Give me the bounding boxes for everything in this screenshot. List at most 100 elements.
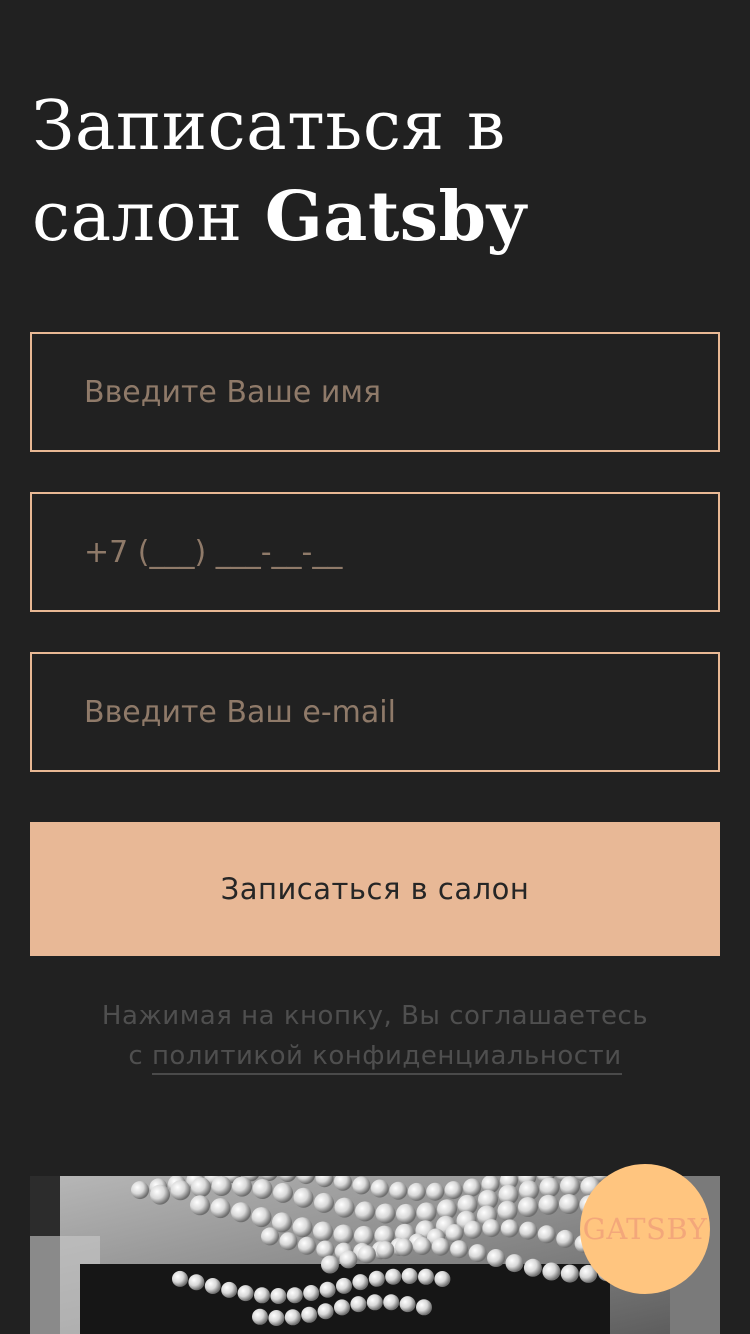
name-input[interactable] bbox=[32, 334, 718, 450]
pearl bbox=[297, 1236, 316, 1255]
pearl bbox=[252, 1179, 273, 1199]
pearl bbox=[232, 1176, 252, 1197]
pearl bbox=[286, 1287, 303, 1304]
pearl bbox=[314, 1192, 334, 1213]
pearl bbox=[418, 1268, 434, 1285]
pearl bbox=[210, 1198, 231, 1219]
pearl bbox=[237, 1285, 254, 1302]
pearl bbox=[444, 1181, 463, 1200]
pearl bbox=[354, 1225, 374, 1246]
pearl bbox=[191, 1177, 211, 1198]
pearl bbox=[350, 1296, 367, 1313]
pearl bbox=[352, 1176, 371, 1195]
pearl bbox=[505, 1254, 524, 1273]
pearl bbox=[254, 1287, 270, 1304]
pearl bbox=[375, 1203, 396, 1224]
pearl bbox=[231, 1202, 251, 1223]
pearl bbox=[500, 1219, 519, 1238]
pearl bbox=[537, 1225, 556, 1244]
pearl bbox=[321, 1255, 339, 1274]
pearl bbox=[434, 1271, 451, 1287]
email-field bbox=[30, 652, 720, 772]
pearl bbox=[556, 1229, 575, 1248]
pearl bbox=[407, 1182, 426, 1201]
pearl bbox=[416, 1202, 437, 1223]
pearl bbox=[270, 1288, 287, 1304]
pearl bbox=[538, 1194, 559, 1215]
pearl bbox=[416, 1299, 432, 1316]
pearl bbox=[355, 1201, 375, 1222]
pearl bbox=[389, 1181, 408, 1200]
pearl bbox=[497, 1200, 518, 1221]
pearl bbox=[463, 1220, 482, 1239]
pearl bbox=[268, 1310, 285, 1326]
consent-text: Нажимая на кнопку, Вы соглашаетесь bbox=[101, 1001, 649, 1031]
pearl bbox=[303, 1285, 320, 1301]
pearl bbox=[190, 1195, 210, 1216]
pearl bbox=[368, 1270, 385, 1287]
pearl bbox=[204, 1278, 221, 1294]
pearl bbox=[431, 1237, 450, 1256]
pearl bbox=[468, 1244, 487, 1263]
pearl bbox=[519, 1221, 538, 1240]
phone-field bbox=[30, 492, 720, 612]
title-line-1: Записаться в bbox=[32, 87, 506, 166]
pearl bbox=[334, 1299, 350, 1316]
pearl bbox=[293, 1187, 314, 1208]
pearl bbox=[370, 1179, 389, 1198]
pearl bbox=[445, 1224, 464, 1243]
pearl bbox=[131, 1181, 149, 1200]
pearl bbox=[560, 1176, 580, 1196]
pearl bbox=[172, 1270, 188, 1287]
pearl bbox=[560, 1264, 579, 1283]
pearl bbox=[383, 1294, 400, 1311]
submit-button[interactable]: Записаться в салон bbox=[30, 822, 720, 956]
pearl bbox=[261, 1227, 279, 1246]
pearl bbox=[399, 1296, 416, 1313]
pearl bbox=[487, 1249, 505, 1267]
phone-input[interactable] bbox=[32, 494, 718, 610]
pearl bbox=[463, 1178, 482, 1197]
pearl bbox=[394, 1238, 413, 1257]
pearl bbox=[251, 1207, 272, 1228]
pearl bbox=[334, 1197, 355, 1218]
pearl bbox=[523, 1258, 542, 1277]
pearl bbox=[221, 1281, 238, 1298]
pearl bbox=[542, 1262, 561, 1281]
gatsby-logo-text: GATSBY bbox=[582, 1212, 708, 1246]
pearl bbox=[396, 1203, 416, 1224]
pearl bbox=[301, 1306, 318, 1323]
consent-prefix: с bbox=[128, 1041, 144, 1071]
consent-note: Нажимая на кнопку, Вы соглашаетесь с пол… bbox=[30, 996, 720, 1076]
pearl bbox=[539, 1177, 560, 1198]
pearl bbox=[319, 1281, 336, 1298]
page-title: Записаться в салон Gatsby bbox=[32, 82, 722, 263]
pearl bbox=[252, 1308, 268, 1325]
pearl bbox=[284, 1309, 301, 1326]
pearl bbox=[559, 1194, 579, 1214]
pearl bbox=[188, 1274, 205, 1291]
pearl bbox=[357, 1245, 376, 1264]
pearl bbox=[273, 1182, 293, 1203]
pearl bbox=[413, 1237, 432, 1255]
title-brand: Gatsby bbox=[264, 177, 527, 257]
gatsby-logo-badge[interactable]: GATSBY bbox=[580, 1164, 710, 1294]
pearl bbox=[450, 1240, 469, 1259]
privacy-policy-link[interactable]: политикой конфиденциальности bbox=[151, 1041, 622, 1075]
title-line-2-prefix: салон bbox=[32, 178, 243, 257]
pearl bbox=[401, 1268, 418, 1284]
pearl bbox=[376, 1241, 395, 1260]
pearl bbox=[385, 1268, 402, 1285]
pearl bbox=[313, 1221, 333, 1242]
pearl bbox=[336, 1277, 352, 1294]
name-field bbox=[30, 332, 720, 452]
pearl bbox=[279, 1232, 298, 1251]
pearl bbox=[482, 1219, 501, 1238]
pearl bbox=[352, 1274, 369, 1291]
pearl bbox=[518, 1197, 538, 1217]
email-input[interactable] bbox=[32, 654, 718, 770]
pearl bbox=[366, 1294, 383, 1311]
pearl bbox=[170, 1180, 191, 1201]
pearl bbox=[150, 1184, 170, 1205]
pearl bbox=[317, 1303, 334, 1320]
